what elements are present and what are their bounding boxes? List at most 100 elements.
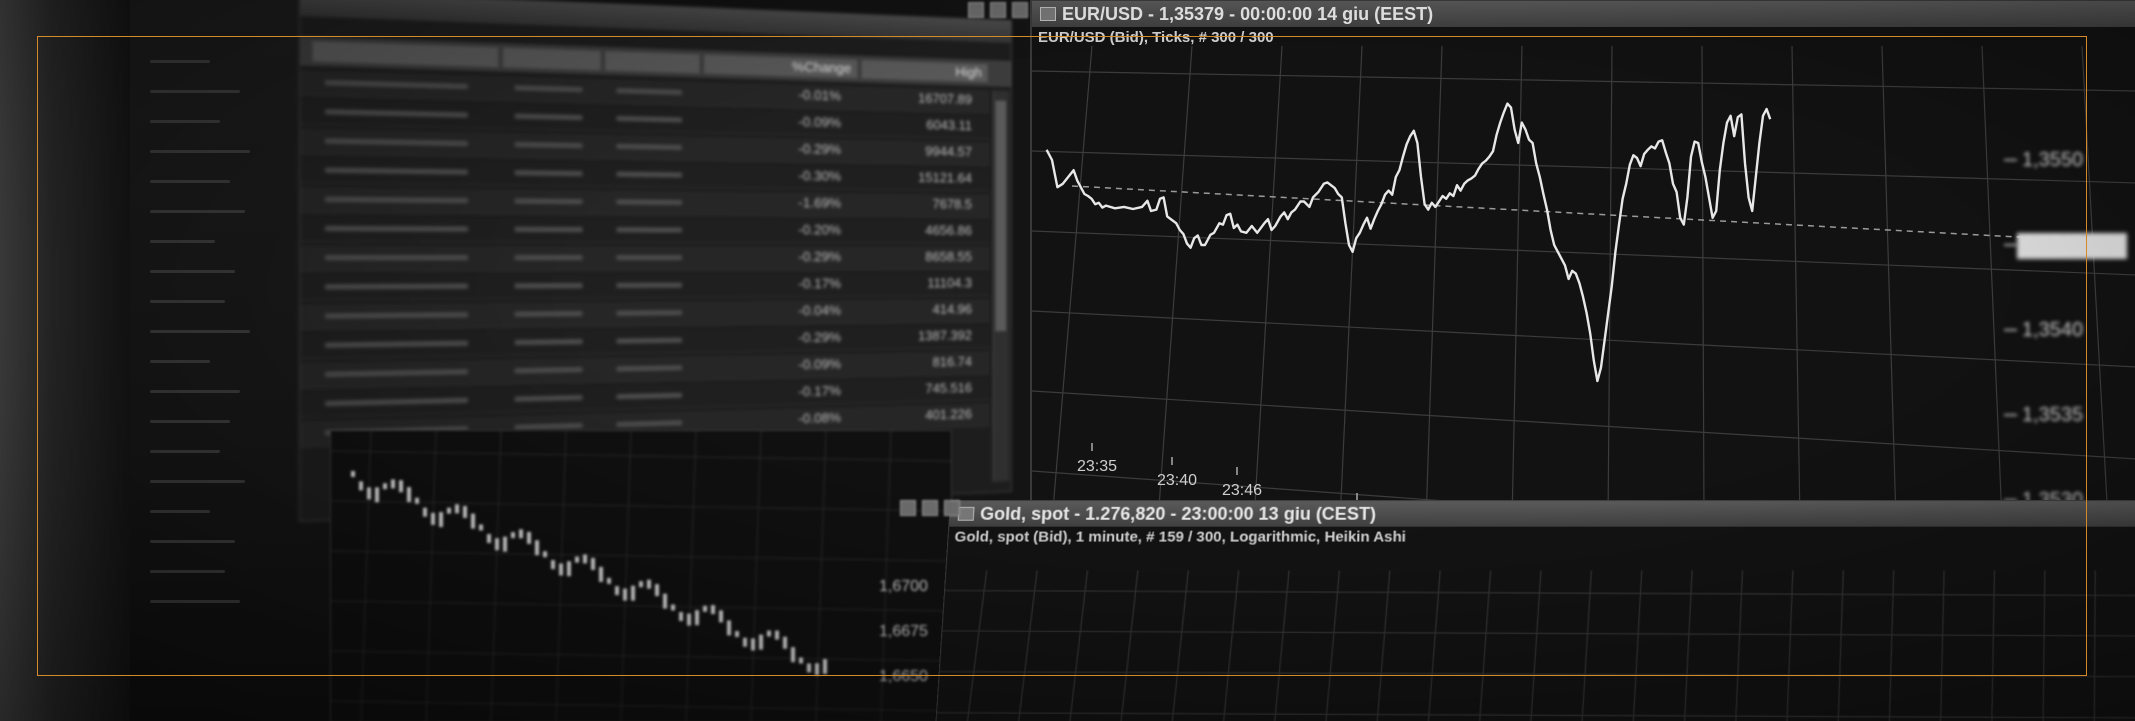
minimize-icon[interactable] xyxy=(968,2,984,18)
table-row[interactable]: -0.17% 11104.3 xyxy=(300,273,990,302)
close-icon[interactable] xyxy=(1012,2,1028,18)
candle xyxy=(607,577,611,584)
table-row[interactable]: -0.29% 8658.55 xyxy=(300,245,990,272)
grid-line-vertical xyxy=(1275,570,1290,721)
change-cell: -0.01% xyxy=(798,86,842,104)
candle xyxy=(655,584,659,597)
sidebar-line xyxy=(150,180,230,183)
blurred-cell xyxy=(616,309,683,316)
high-cell: 401.226 xyxy=(925,406,972,423)
column-header[interactable] xyxy=(502,47,601,71)
candle xyxy=(631,585,635,601)
gold-chart-canvas[interactable] xyxy=(936,501,2135,721)
blurred-cell xyxy=(324,225,469,232)
grid-line-vertical xyxy=(1172,570,1188,721)
grid-line-horizontal xyxy=(331,600,951,612)
candle xyxy=(695,610,699,626)
grid-line-vertical xyxy=(1018,570,1037,721)
candle xyxy=(783,636,787,649)
candle xyxy=(743,637,747,647)
high-cell: 8658.55 xyxy=(925,248,972,265)
blurred-cell xyxy=(324,311,469,319)
candle xyxy=(591,557,595,570)
grid-line-horizontal xyxy=(939,672,2135,677)
blurred-cell xyxy=(514,366,583,374)
price-label: 1,6675 xyxy=(879,623,928,640)
candle xyxy=(751,638,755,651)
candle xyxy=(735,631,739,638)
candle xyxy=(383,483,387,490)
price-label: 1,3540 xyxy=(2022,319,2083,341)
candle xyxy=(551,560,555,570)
sidebar-line xyxy=(150,420,230,423)
change-cell: -0.17% xyxy=(798,275,842,292)
blurred-cell xyxy=(324,368,469,378)
minimize-icon[interactable] xyxy=(900,500,916,516)
grid-line-horizontal xyxy=(1032,150,2135,184)
grid-line-horizontal xyxy=(331,550,951,562)
change-cell: -0.04% xyxy=(798,302,842,319)
sidebar-line xyxy=(150,210,245,213)
column-header-high[interactable]: High xyxy=(861,59,988,83)
sidebar-line xyxy=(150,270,235,273)
candle xyxy=(815,663,819,676)
column-header-change[interactable]: %Change xyxy=(703,54,858,79)
blurred-cell xyxy=(324,196,469,204)
close-icon[interactable] xyxy=(944,500,960,516)
blurred-cell xyxy=(616,227,683,233)
change-cell: -0.17% xyxy=(798,382,842,400)
table-row[interactable]: -1.69% 7678.5 xyxy=(300,187,990,218)
high-cell: 11104.3 xyxy=(927,275,972,291)
blurred-cell xyxy=(514,254,583,261)
sidebar-line xyxy=(150,120,220,123)
blurred-cell xyxy=(514,198,583,205)
high-cell: 15121.64 xyxy=(918,169,972,186)
grid-line-horizontal xyxy=(1032,310,2135,368)
blurred-cell xyxy=(514,113,583,121)
high-cell: 1387.392 xyxy=(918,327,972,344)
column-header[interactable] xyxy=(605,51,700,74)
candle xyxy=(599,566,603,582)
candle xyxy=(351,471,355,477)
sidebar-line xyxy=(150,540,235,543)
candle xyxy=(639,581,643,588)
candle xyxy=(415,497,419,504)
blurred-cell xyxy=(616,254,683,261)
change-cell: -0.20% xyxy=(798,221,842,238)
window-controls xyxy=(900,500,960,516)
price-label: 1,3535 xyxy=(2022,404,2083,426)
grid-line-vertical xyxy=(1326,570,1340,721)
candle xyxy=(767,630,771,637)
maximize-icon[interactable] xyxy=(922,500,938,516)
blurred-cell xyxy=(514,282,583,289)
change-cell: -0.08% xyxy=(798,409,842,427)
candle xyxy=(527,531,531,544)
grid-line-vertical xyxy=(360,431,372,721)
column-header[interactable] xyxy=(312,41,499,68)
grid-line-vertical xyxy=(1377,570,1390,721)
grid-line-vertical xyxy=(2085,570,2104,721)
blurred-cell xyxy=(616,365,683,372)
candle xyxy=(495,538,499,551)
blurred-cell xyxy=(324,108,469,118)
grid-line-vertical xyxy=(1223,570,1238,721)
grid-line-horizontal xyxy=(937,713,2135,718)
current-price-tag xyxy=(2017,233,2127,259)
maximize-icon[interactable] xyxy=(990,2,1006,18)
sidebar-line xyxy=(150,570,225,573)
eurusd-price-line xyxy=(1045,102,1772,383)
scroll-thumb[interactable] xyxy=(995,100,1007,332)
grid-line-vertical xyxy=(815,431,827,721)
candle xyxy=(807,663,811,673)
lower-left-chart-canvas[interactable]: 1,6700 1,6675 1,6650 xyxy=(331,431,951,721)
change-cell: -0.29% xyxy=(798,248,842,265)
table-row[interactable]: -0.20% 4656.86 xyxy=(300,216,990,244)
grid-line-vertical xyxy=(1783,570,1797,721)
grid-line-horizontal xyxy=(331,650,951,662)
candle xyxy=(703,605,707,612)
watchlist-scrollbar[interactable] xyxy=(992,90,1010,482)
blurred-cell xyxy=(616,337,683,344)
candle xyxy=(359,481,363,491)
candle xyxy=(791,647,795,663)
candle xyxy=(391,479,395,489)
